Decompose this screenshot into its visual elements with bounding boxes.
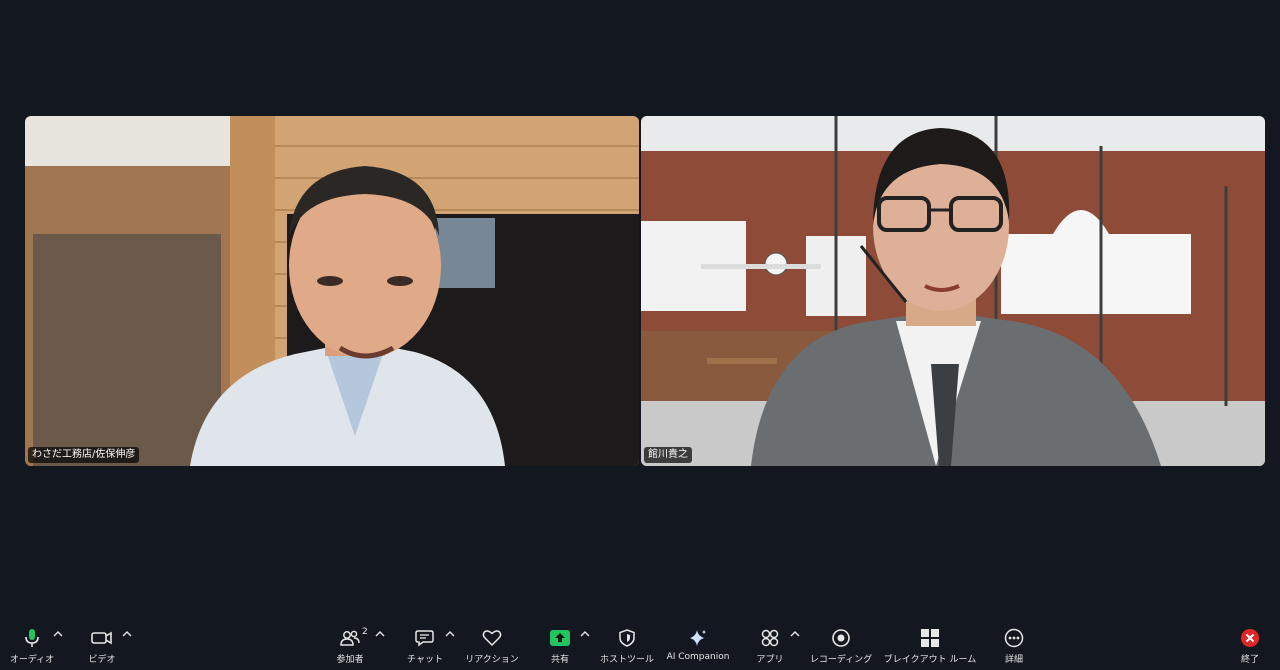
record-button[interactable]: レコーディング: [809, 624, 873, 665]
video-scene: [641, 116, 1265, 466]
host-tools-button[interactable]: ホストツール: [600, 624, 654, 665]
video-scene: [25, 116, 639, 466]
ai-companion-label: AI Companion: [666, 652, 730, 662]
reactions-label: リアクション: [465, 655, 519, 665]
apps-icon: [756, 624, 784, 652]
apps-label: アプリ: [756, 655, 784, 665]
breakout-rooms-icon: [916, 624, 944, 652]
participants-icon: [336, 624, 364, 652]
participants-options-chevron-up-icon[interactable]: [374, 628, 386, 640]
participant-count: 2: [362, 627, 368, 637]
end-label: 終了: [1240, 655, 1259, 665]
more-label: 詳細: [1004, 655, 1023, 665]
share-label: 共有: [550, 655, 569, 665]
sparkle-icon: [684, 624, 712, 652]
audio-label: オーディオ: [9, 655, 55, 665]
breakout-rooms-button[interactable]: ブレイクアウト ルーム: [884, 624, 976, 665]
video-tile-participant-1[interactable]: わさだ工務店/佐保伸彦: [25, 116, 639, 466]
video-options-chevron-up-icon[interactable]: [121, 628, 133, 640]
share-screen-button[interactable]: 共有: [546, 624, 574, 665]
microphone-icon: [18, 624, 46, 652]
chat-button[interactable]: チャット: [405, 624, 445, 665]
video-label: ビデオ: [88, 655, 116, 665]
video-tile-participant-2[interactable]: 館川貴之: [641, 116, 1265, 466]
audio-options-chevron-up-icon[interactable]: [52, 628, 64, 640]
video-button[interactable]: ビデオ: [84, 624, 120, 665]
reactions-button[interactable]: リアクション: [464, 624, 520, 665]
record-icon: [827, 624, 855, 652]
end-meeting-button[interactable]: 終了: [1236, 624, 1264, 665]
apps-button[interactable]: アプリ: [755, 624, 785, 665]
chat-options-chevron-up-icon[interactable]: [444, 628, 456, 640]
breakout-rooms-label: ブレイクアウト ルーム: [883, 655, 977, 665]
chat-icon: [411, 624, 439, 652]
ai-companion-button[interactable]: AI Companion: [665, 624, 731, 662]
participant-video: [641, 116, 1265, 466]
participant-name-label: 館川貴之: [644, 447, 692, 463]
share-options-chevron-up-icon[interactable]: [579, 628, 591, 640]
participant-video: [25, 116, 639, 466]
share-screen-icon: [546, 624, 574, 652]
end-meeting-icon: [1236, 624, 1264, 652]
chat-label: チャット: [407, 655, 443, 665]
recording-label: レコーディング: [809, 655, 873, 665]
participants-label: 参加者: [336, 655, 364, 665]
more-icon: [1000, 624, 1028, 652]
participant-name-label: わさだ工務店/佐保伸彦: [28, 447, 140, 463]
apps-options-chevron-up-icon[interactable]: [789, 628, 801, 640]
video-camera-icon: [88, 624, 116, 652]
more-button[interactable]: 詳細: [1000, 624, 1028, 665]
meeting-toolbar: オーディオ ビデオ 参加者 2 チャット リアクション 共有 ホストツール AI…: [0, 622, 1280, 670]
meeting-window: わさだ工務店/佐保伸彦 館川貴之 オーディオ ビデオ 参加者 2 チャット リア…: [0, 0, 1280, 670]
audio-button[interactable]: オーディオ: [10, 624, 54, 665]
host-tools-label: ホストツール: [600, 655, 655, 665]
shield-icon: [613, 624, 641, 652]
heart-icon: [478, 624, 506, 652]
